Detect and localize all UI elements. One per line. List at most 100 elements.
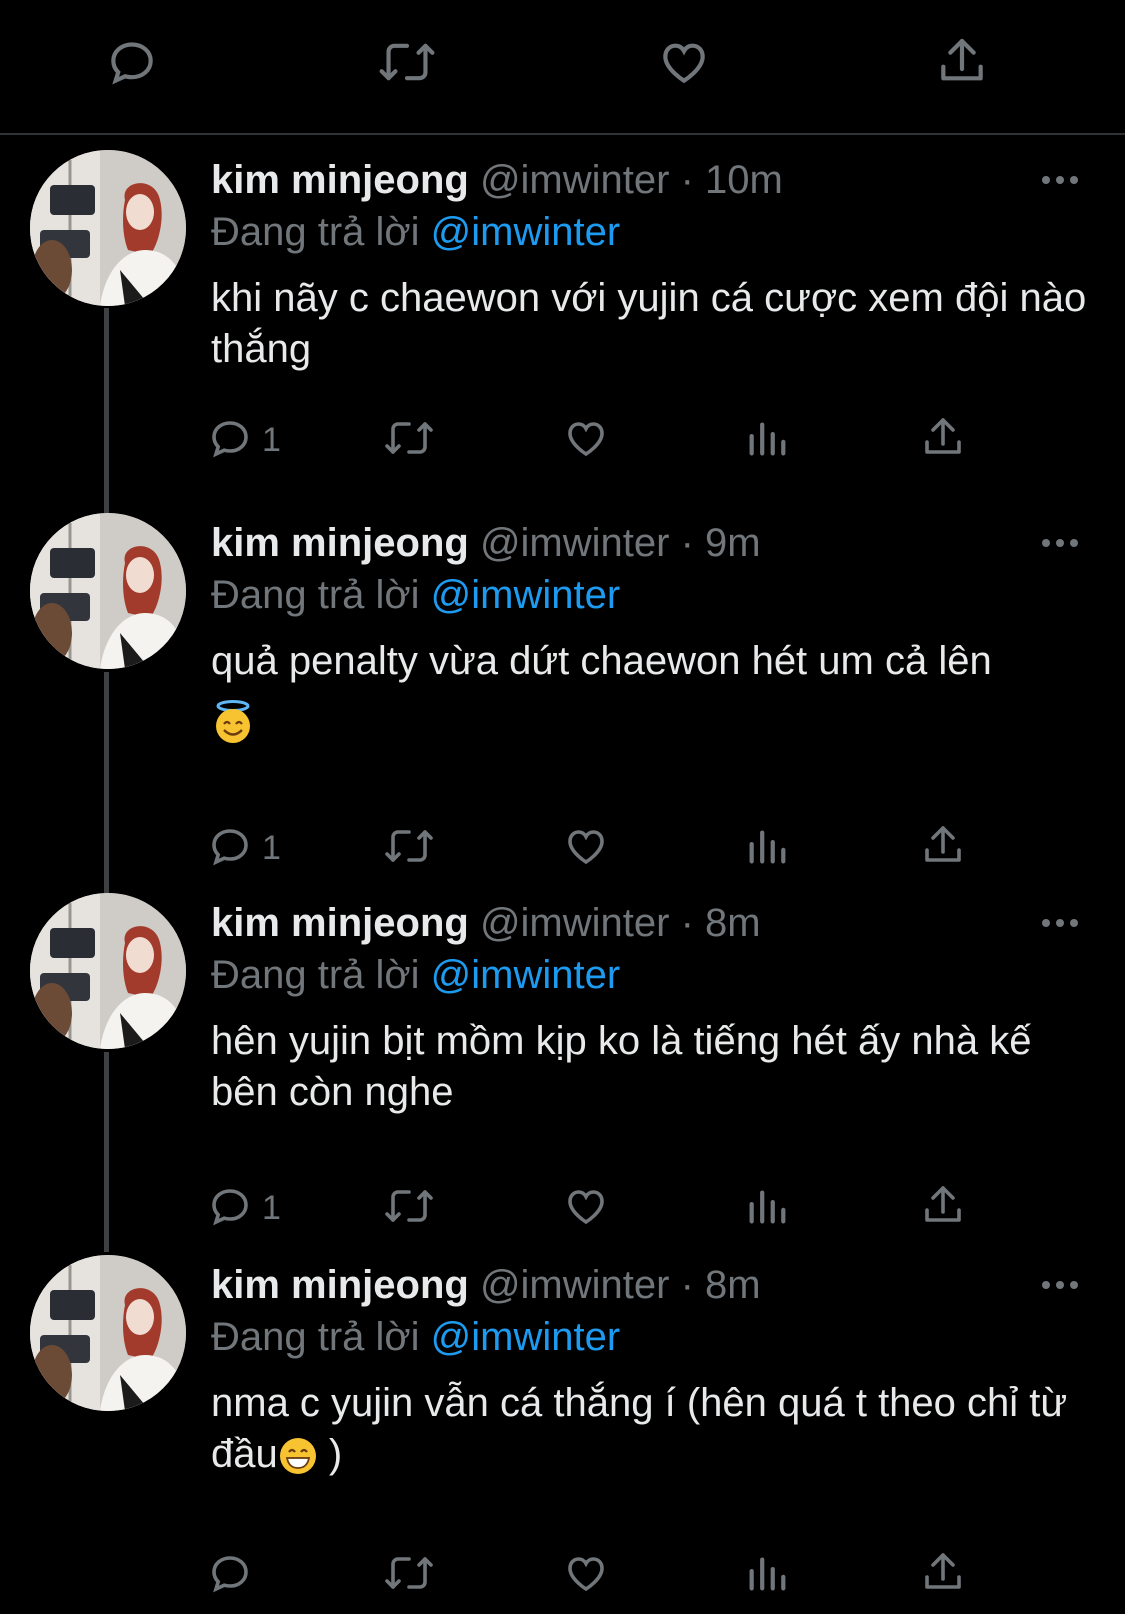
retweet-button[interactable] [382, 1178, 436, 1238]
replying-to: Đang trả lời @imwinter [211, 570, 620, 620]
like-icon [561, 414, 611, 467]
tweet[interactable]: kim minjeong @imwinter · 9m Đang trả lời… [0, 513, 1125, 867]
reply-icon [206, 414, 254, 467]
views-button[interactable] [744, 1545, 790, 1605]
retweet-icon[interactable] [375, 30, 439, 94]
more-options-icon[interactable] [1040, 1270, 1080, 1300]
like-icon [561, 1549, 611, 1602]
views-button[interactable] [744, 1178, 790, 1238]
replying-label: Đang trả lời [211, 573, 420, 617]
tweet-text: nma c yujin vẫn cá thắng í (hên quá t th… [211, 1378, 1091, 1480]
replying-mention[interactable]: @imwinter [431, 210, 621, 254]
tweet-text-content: quả penalty vừa dứt chaewon hét um cả lê… [211, 639, 992, 683]
replying-mention[interactable]: @imwinter [431, 953, 621, 997]
timestamp[interactable]: 10m [705, 158, 783, 202]
tweet-header: kim minjeong @imwinter · 10m [211, 155, 783, 205]
tweet-header: kim minjeong @imwinter · 9m [211, 518, 761, 568]
tweet[interactable]: kim minjeong @imwinter · 8m Đang trả lời… [0, 893, 1125, 1228]
share-button[interactable] [919, 410, 967, 470]
reply-button[interactable]: 1 [206, 410, 281, 470]
top-action-bar [0, 0, 1125, 133]
tweet-text: hên yujin bịt mồm kịp ko là tiếng hét ấy… [211, 1016, 1091, 1118]
share-icon [919, 1182, 967, 1235]
tweet-header: kim minjeong @imwinter · 8m [211, 1260, 761, 1310]
replying-mention[interactable]: @imwinter [431, 1315, 621, 1359]
tweet-actions [211, 1545, 1011, 1605]
replying-to: Đang trả lời @imwinter [211, 950, 620, 1000]
timestamp[interactable]: 8m [705, 1263, 761, 1307]
tweet[interactable]: kim minjeong @imwinter · 10m Đang trả lờ… [0, 150, 1125, 485]
separator: · [669, 521, 705, 565]
more-options-icon[interactable] [1040, 528, 1080, 558]
tweet-text-content: hên yujin bịt mồm kịp ko là tiếng hét ấy… [211, 1019, 1032, 1114]
display-name[interactable]: kim minjeong [211, 521, 469, 565]
tweet-text: khi nãy c chaewon với yujin cá cược xem … [211, 273, 1091, 375]
like-button[interactable] [561, 818, 611, 878]
more-options-icon[interactable] [1040, 165, 1080, 195]
handle[interactable]: @imwinter [480, 1263, 670, 1307]
more-options-icon[interactable] [1040, 908, 1080, 938]
views-icon [744, 1182, 790, 1235]
replying-mention[interactable]: @imwinter [431, 573, 621, 617]
timestamp[interactable]: 8m [705, 901, 761, 945]
retweet-icon [382, 1549, 436, 1602]
like-icon[interactable] [652, 30, 716, 94]
tweet-header: kim minjeong @imwinter · 8m [211, 898, 761, 948]
handle[interactable]: @imwinter [480, 901, 670, 945]
share-icon [919, 414, 967, 467]
retweet-icon [382, 822, 436, 875]
tweet-text-suffix: ) [317, 1432, 343, 1476]
retweet-button[interactable] [382, 818, 436, 878]
display-name[interactable]: kim minjeong [211, 158, 469, 202]
separator: · [669, 901, 705, 945]
views-icon [744, 1549, 790, 1602]
retweet-button[interactable] [382, 1545, 436, 1605]
grin-emoji-icon [278, 1432, 318, 1476]
halo-emoji-icon [211, 695, 1091, 746]
tweet-actions: 1 [211, 410, 1011, 470]
views-button[interactable] [744, 818, 790, 878]
handle[interactable]: @imwinter [480, 521, 670, 565]
share-button[interactable] [919, 818, 967, 878]
timestamp[interactable]: 9m [705, 521, 761, 565]
share-icon [919, 822, 967, 875]
like-button[interactable] [561, 410, 611, 470]
replying-to: Đang trả lời @imwinter [211, 1312, 620, 1362]
like-button[interactable] [561, 1178, 611, 1238]
reply-icon [206, 1549, 254, 1602]
handle[interactable]: @imwinter [480, 158, 670, 202]
reply-button[interactable] [206, 1545, 262, 1605]
tweet-actions: 1 [211, 818, 1011, 878]
retweet-icon [382, 1182, 436, 1235]
display-name[interactable]: kim minjeong [211, 901, 469, 945]
like-icon [561, 822, 611, 875]
share-button[interactable] [919, 1545, 967, 1605]
display-name[interactable]: kim minjeong [211, 1263, 469, 1307]
share-icon[interactable] [930, 30, 994, 94]
views-icon [744, 822, 790, 875]
avatar[interactable] [30, 1255, 186, 1411]
retweet-button[interactable] [382, 410, 436, 470]
avatar[interactable] [30, 150, 186, 306]
avatar[interactable] [30, 893, 186, 1049]
replying-label: Đang trả lời [211, 1315, 420, 1359]
reply-count: 1 [262, 828, 281, 867]
separator: · [669, 158, 705, 202]
tweet-actions: 1 [211, 1178, 1011, 1238]
reply-button[interactable]: 1 [206, 818, 281, 878]
reply-icon[interactable] [100, 30, 164, 94]
share-icon [919, 1549, 967, 1602]
replying-label: Đang trả lời [211, 210, 420, 254]
tweet-text-content: khi nãy c chaewon với yujin cá cược xem … [211, 276, 1087, 371]
reply-button[interactable]: 1 [206, 1178, 281, 1238]
tweet[interactable]: kim minjeong @imwinter · 8m Đang trả lời… [0, 1255, 1125, 1592]
avatar[interactable] [30, 513, 186, 669]
share-button[interactable] [919, 1178, 967, 1238]
reply-count: 1 [262, 420, 281, 459]
like-icon [561, 1182, 611, 1235]
replying-label: Đang trả lời [211, 953, 420, 997]
tweet-text: quả penalty vừa dứt chaewon hét um cả lê… [211, 636, 1091, 746]
retweet-icon [382, 414, 436, 467]
views-button[interactable] [744, 410, 790, 470]
like-button[interactable] [561, 1545, 611, 1605]
